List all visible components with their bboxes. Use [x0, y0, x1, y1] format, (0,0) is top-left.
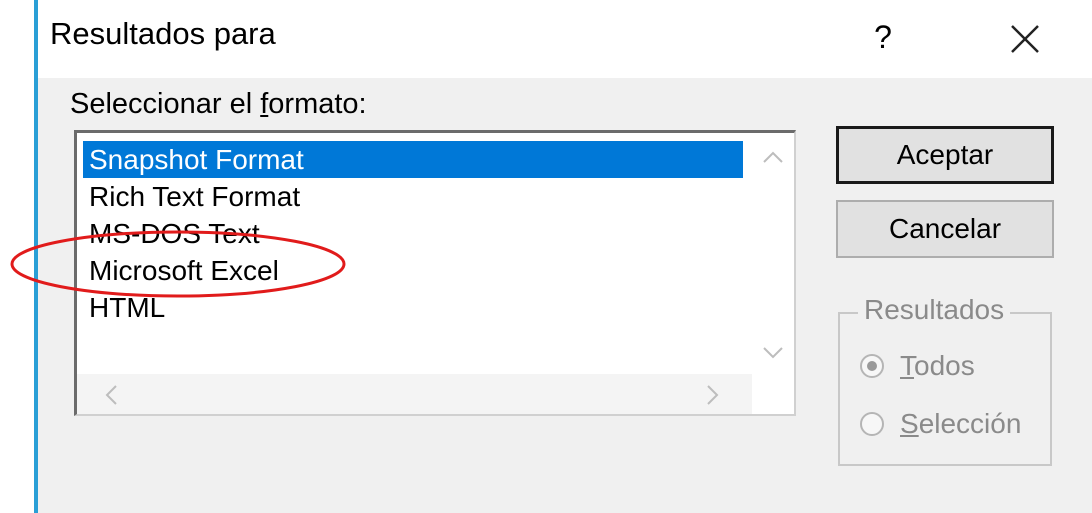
format-label-text-end: ormato:: [268, 88, 367, 120]
list-item-ms-dos-text[interactable]: MS-DOS Text: [83, 215, 743, 252]
radio-all-label-rest: odos: [914, 349, 975, 381]
list-item-snapshot-format[interactable]: Snapshot Format: [83, 141, 743, 178]
radio-all-label: Todos: [900, 350, 975, 382]
format-list: Snapshot Format Rich Text Format MS-DOS …: [83, 141, 743, 326]
radio-option-all[interactable]: Todos: [860, 348, 975, 382]
radio-all-mnemonic: T: [900, 349, 914, 381]
close-icon: [1011, 25, 1039, 53]
list-item-microsoft-excel[interactable]: Microsoft Excel: [83, 252, 743, 289]
results-groupbox: Resultados Todos Selección: [838, 294, 1052, 466]
help-button[interactable]: ?: [860, 12, 906, 62]
scrollbar-corner: [752, 374, 794, 414]
radio-all-checked[interactable]: [860, 353, 884, 378]
export-dialog: Resultados para ? Seleccionar el formato…: [38, 0, 1092, 513]
chevron-left-icon[interactable]: [101, 382, 121, 415]
horizontal-scrollbar[interactable]: [77, 374, 752, 414]
title-bar: Resultados para ?: [38, 0, 1092, 78]
vertical-scrollbar[interactable]: [752, 133, 794, 379]
format-label-text: Seleccionar el: [70, 88, 261, 120]
cancel-button[interactable]: Cancelar: [836, 200, 1054, 258]
chevron-down-icon[interactable]: [760, 339, 786, 370]
list-item-rich-text-format[interactable]: Rich Text Format: [83, 178, 743, 215]
list-item-html[interactable]: HTML: [83, 289, 743, 326]
close-button[interactable]: [1000, 10, 1050, 64]
window-edge: [0, 0, 38, 513]
results-group-title: Resultados: [858, 294, 1011, 326]
accept-button[interactable]: Aceptar: [836, 126, 1054, 184]
dialog-title: Resultados para: [50, 16, 276, 51]
radio-selection-label: Selección: [900, 408, 1021, 440]
chevron-right-icon[interactable]: [703, 382, 723, 415]
radio-selection-mnemonic: S: [900, 407, 919, 439]
radio-selection[interactable]: [860, 411, 884, 436]
format-label: Seleccionar el formato:: [70, 88, 367, 121]
radio-selection-label-rest: elección: [918, 407, 1022, 439]
format-listbox[interactable]: Snapshot Format Rich Text Format MS-DOS …: [74, 130, 796, 416]
chevron-up-icon[interactable]: [760, 143, 786, 174]
radio-option-selection[interactable]: Selección: [860, 406, 1021, 440]
